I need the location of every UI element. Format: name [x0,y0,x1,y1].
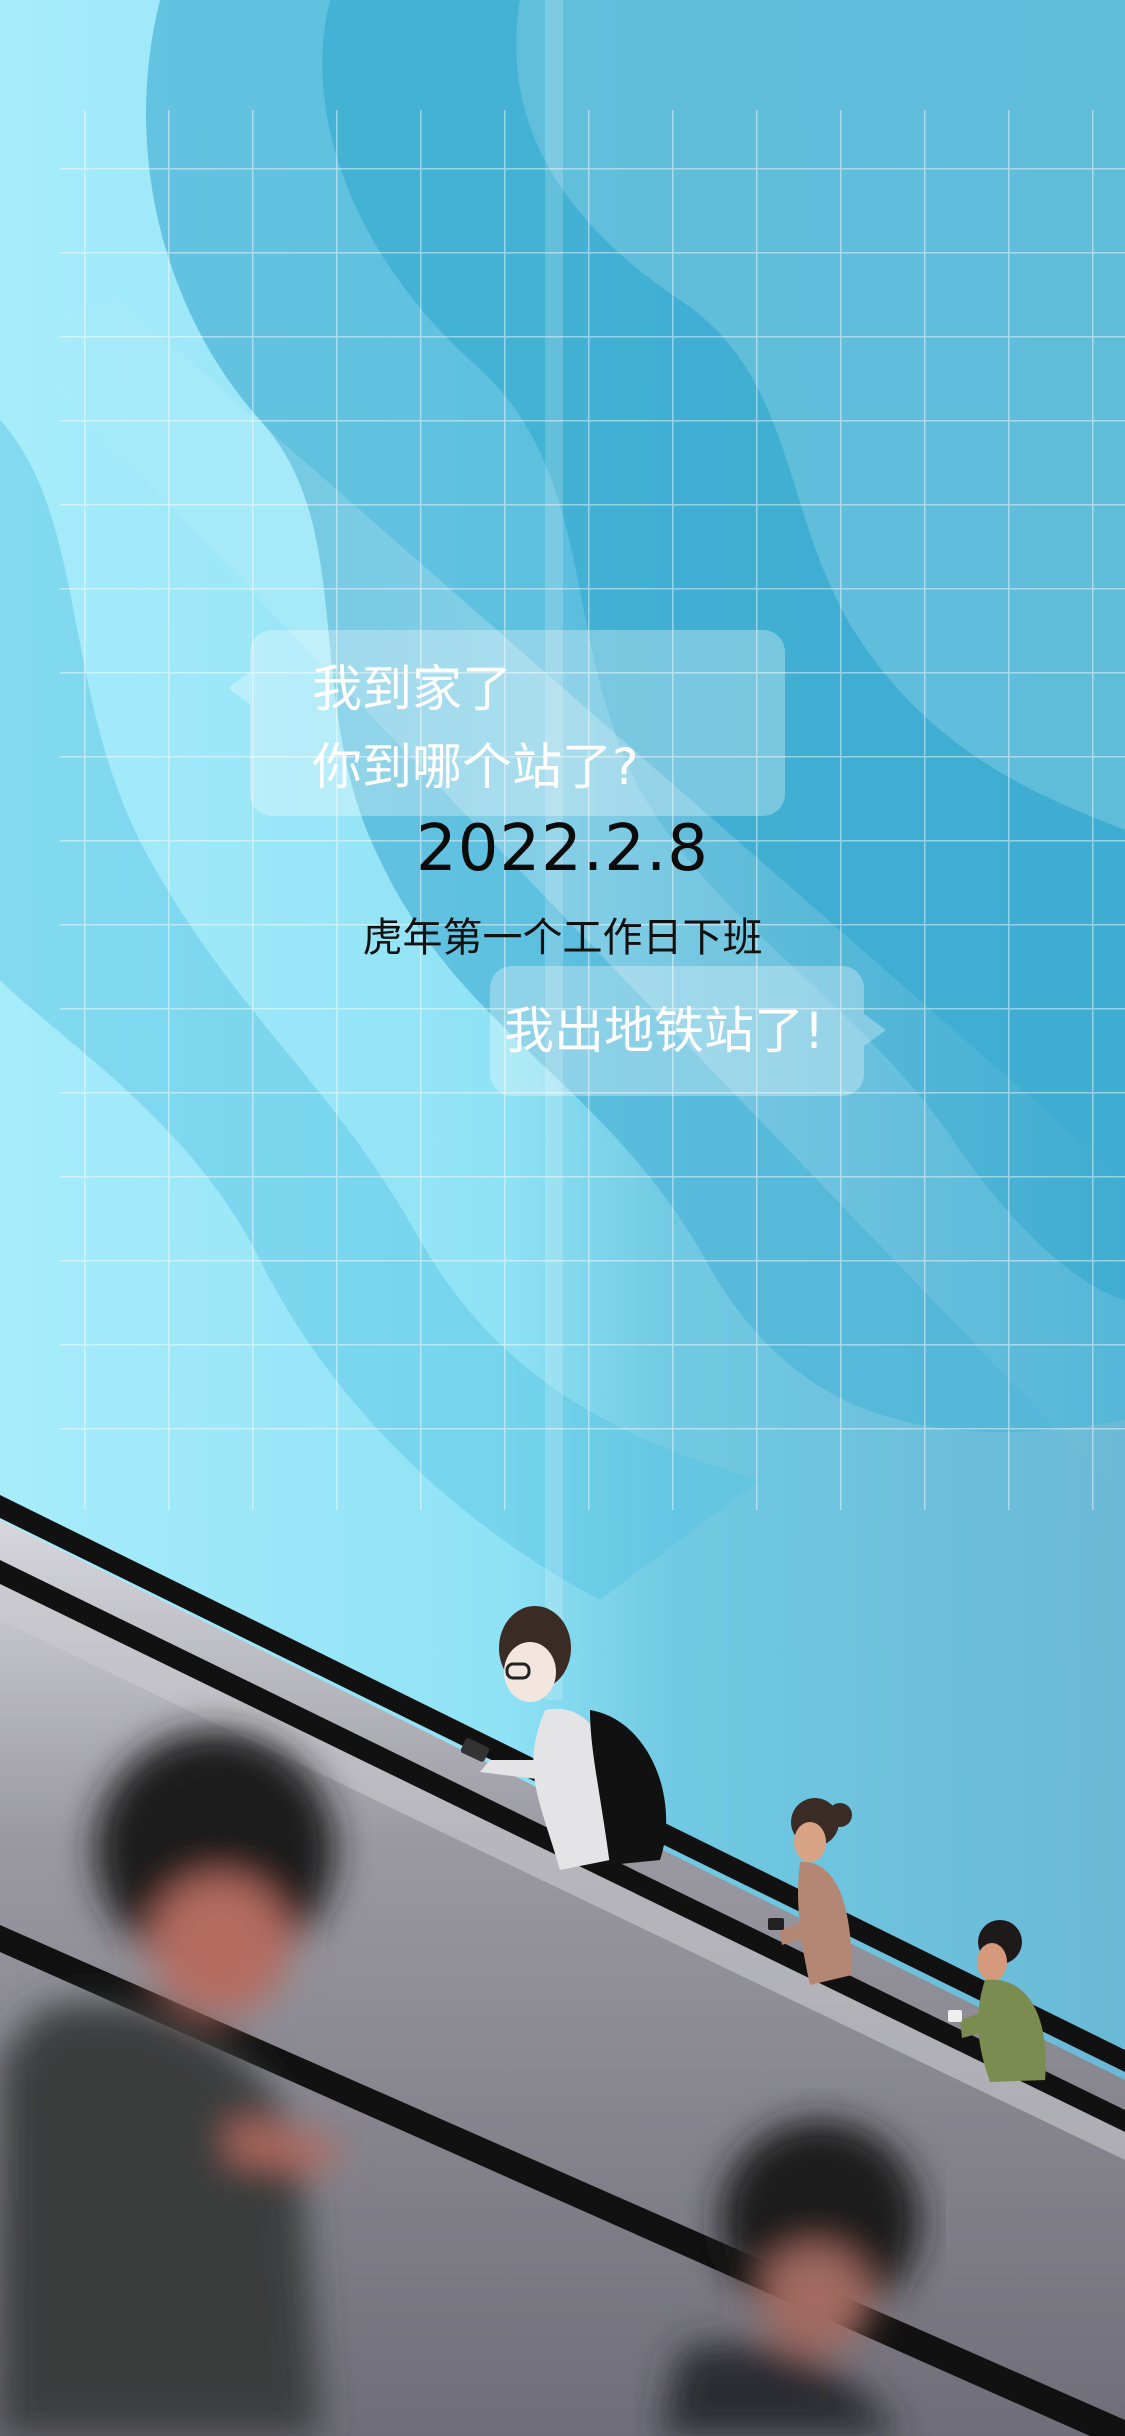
date-label: 2022.2.8 [416,812,709,886]
escalator-illustration [0,0,1125,2436]
sent-message-bubble: 我出地铁站了! [490,966,886,1096]
bubble-tail [864,1014,886,1046]
sent-message-text: 我出地铁站了! [504,1002,825,1060]
received-message-line: 我到家了 [312,660,512,718]
bubble-tail [228,672,250,704]
received-message-bubble: 我到家了 你到哪个站了? [228,630,785,816]
received-message-line: 你到哪个站了? [312,738,639,796]
received-message-text: 我到家了 你到哪个站了? [312,650,639,806]
caption-label: 虎年第一个工作日下班 [362,915,763,961]
